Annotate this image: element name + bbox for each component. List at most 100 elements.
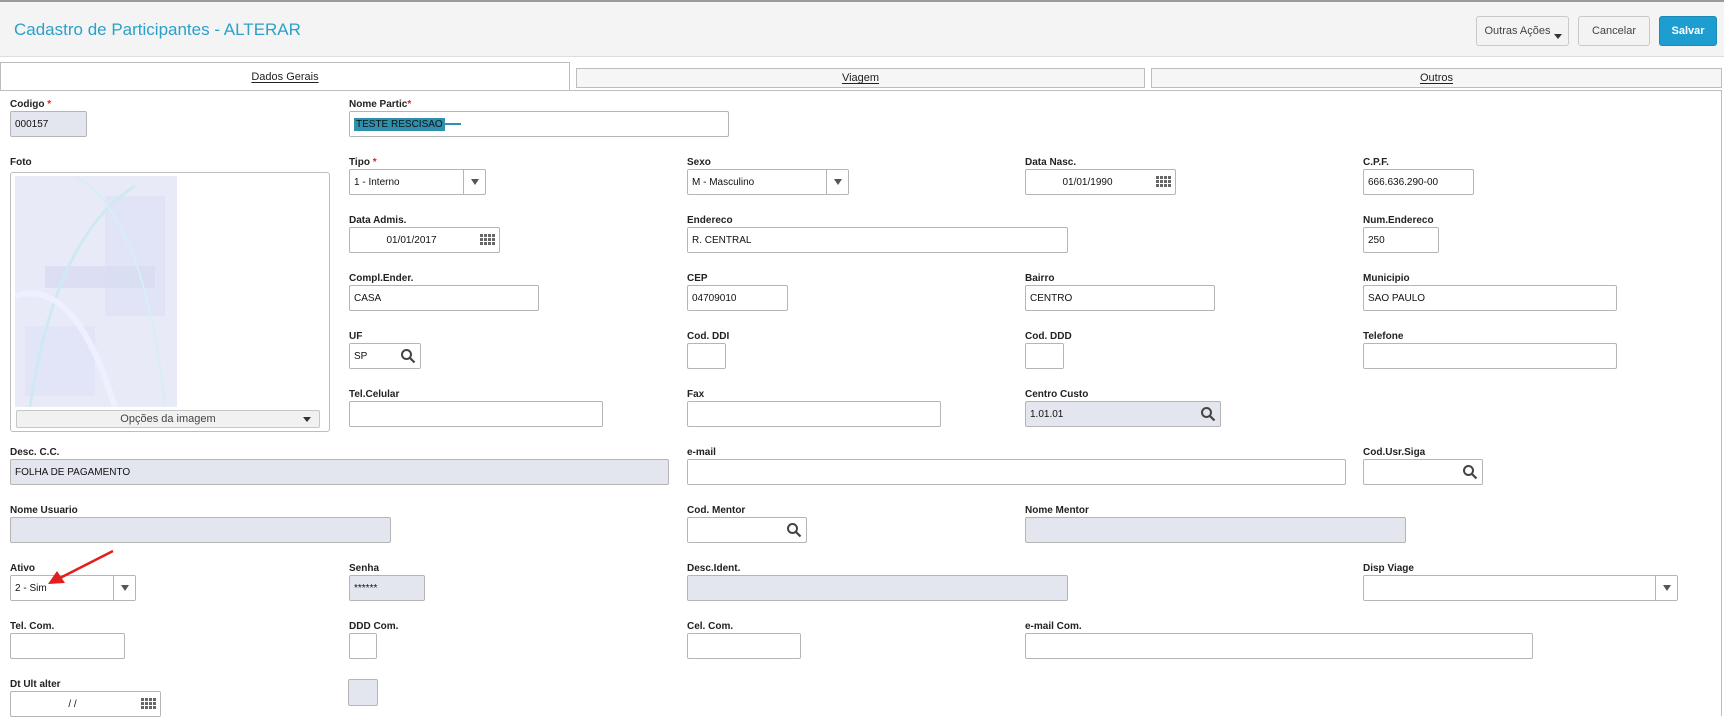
cel-com-label: Cel. Com.: [687, 621, 734, 632]
cel-com-field[interactable]: [687, 633, 801, 659]
cancel-button[interactable]: Cancelar: [1578, 16, 1650, 46]
num-endereco-field[interactable]: 250: [1363, 227, 1439, 253]
email-com-field[interactable]: [1025, 633, 1533, 659]
cod-usr-siga-field[interactable]: [1363, 459, 1483, 485]
data-admis-label: Data Admis.: [349, 215, 407, 226]
bairro-field[interactable]: CENTRO: [1025, 285, 1215, 311]
cod-mentor-label: Cod. Mentor: [687, 505, 746, 516]
telefone-label: Telefone: [1363, 331, 1404, 342]
tel-celular-field[interactable]: [349, 401, 603, 427]
disp-viage-select[interactable]: [1363, 575, 1678, 601]
cep-label: CEP: [687, 273, 708, 284]
data-nasc-field[interactable]: 01/01/1990: [1025, 169, 1176, 195]
cod-usr-siga-label: Cod.Usr.Siga: [1363, 447, 1426, 458]
tab-dados-gerais[interactable]: Dados Gerais: [0, 62, 570, 90]
fax-field[interactable]: [687, 401, 941, 427]
fax-label: Fax: [687, 389, 705, 400]
cod-ddd-field[interactable]: [1025, 343, 1064, 369]
other-actions-label: Outras Ações: [1484, 25, 1551, 37]
save-button[interactable]: Salvar: [1659, 16, 1717, 46]
senha-field[interactable]: ******: [349, 575, 425, 601]
centro-custo-field[interactable]: 1.01.01: [1025, 401, 1221, 427]
calendar-icon[interactable]: [140, 696, 156, 712]
desc-ident-field[interactable]: [687, 575, 1068, 601]
ddd-com-label: DDD Com.: [349, 621, 399, 632]
image-options-label: Opções da imagem: [120, 413, 216, 425]
codigo-field[interactable]: 000157: [10, 111, 87, 137]
desc-cc-label: Desc. C.C.: [10, 447, 60, 458]
annotation-arrow-icon: [48, 549, 114, 584]
nome-mentor-field[interactable]: [1025, 517, 1406, 543]
uf-value: SP: [354, 350, 368, 362]
foto-label: Foto: [10, 157, 32, 168]
other-actions-button[interactable]: Outras Ações: [1476, 16, 1569, 46]
chevron-down-icon[interactable]: [113, 576, 135, 600]
cep-field[interactable]: 04709010: [687, 285, 788, 311]
image-options-dropdown[interactable]: Opções da imagem: [16, 410, 320, 428]
compl-ender-label: Compl.Ender.: [349, 273, 414, 284]
desc-cc-field[interactable]: FOLHA DE PAGAMENTO: [10, 459, 669, 485]
nome-usuario-label: Nome Usuario: [10, 505, 78, 516]
tel-com-label: Tel. Com.: [10, 621, 55, 632]
ativo-value: 2 - Sim: [15, 582, 47, 594]
endereco-label: Endereco: [687, 215, 733, 226]
num-endereco-label: Num.Endereco: [1363, 215, 1434, 226]
tab-outros[interactable]: Outros: [1151, 68, 1722, 88]
telefone-field[interactable]: [1363, 343, 1617, 369]
uf-label: UF: [349, 331, 363, 342]
tipo-value: 1 - Interno: [354, 176, 400, 188]
photo-box: Opções da imagem: [10, 172, 330, 432]
sexo-label: Sexo: [687, 157, 711, 168]
data-nasc-label: Data Nasc.: [1025, 157, 1077, 168]
search-icon[interactable]: [400, 348, 416, 364]
municipio-field[interactable]: SAO PAULO: [1363, 285, 1617, 311]
search-icon[interactable]: [786, 522, 802, 538]
municipio-label: Municipio: [1363, 273, 1410, 284]
ddd-com-field[interactable]: [349, 633, 377, 659]
email-field[interactable]: [687, 459, 1346, 485]
nome-mentor-label: Nome Mentor: [1025, 505, 1089, 516]
cpf-field[interactable]: 666.636.290-00: [1363, 169, 1474, 195]
data-admis-field[interactable]: 01/01/2017: [349, 227, 500, 253]
chevron-down-icon[interactable]: [1655, 576, 1677, 600]
nome-value: TESTE RESCISAO: [354, 117, 445, 131]
photo-image[interactable]: [15, 176, 177, 407]
nome-field[interactable]: TESTE RESCISAO: [349, 111, 729, 137]
calendar-icon[interactable]: [479, 232, 495, 248]
chevron-down-icon[interactable]: [826, 170, 848, 194]
calendar-icon[interactable]: [1155, 174, 1171, 190]
tel-celular-label: Tel.Celular: [349, 389, 400, 400]
data-nasc-value: 01/01/1990: [1062, 176, 1113, 188]
dt-ult-alter-field[interactable]: / /: [10, 691, 161, 717]
data-admis-value: 01/01/2017: [386, 234, 437, 246]
nome-label: Nome Partic*: [349, 99, 412, 110]
nome-usuario-field[interactable]: [10, 517, 391, 543]
extra-button[interactable]: [348, 679, 378, 706]
centro-custo-label: Centro Custo: [1025, 389, 1089, 400]
endereco-field[interactable]: R. CENTRAL: [687, 227, 1068, 253]
email-label: e-mail: [687, 447, 716, 458]
search-icon[interactable]: [1200, 406, 1216, 422]
chevron-down-icon: [1554, 34, 1562, 39]
cod-ddi-field[interactable]: [687, 343, 726, 369]
uf-field[interactable]: SP: [349, 343, 421, 369]
cod-mentor-field[interactable]: [687, 517, 807, 543]
sexo-select[interactable]: M - Masculino: [687, 169, 849, 195]
chevron-down-icon: [303, 417, 311, 422]
tipo-label: Tipo *: [349, 157, 377, 168]
tab-viagem[interactable]: Viagem: [576, 68, 1145, 88]
bairro-label: Bairro: [1025, 273, 1055, 284]
photo-placeholder-graphic: [15, 176, 177, 407]
compl-ender-field[interactable]: CASA: [349, 285, 539, 311]
search-icon[interactable]: [1462, 464, 1478, 480]
senha-label: Senha: [349, 563, 380, 574]
ativo-label: Ativo: [10, 563, 35, 574]
email-com-label: e-mail Com.: [1025, 621, 1082, 632]
tipo-select[interactable]: 1 - Interno: [349, 169, 486, 195]
codigo-label: Codigo *: [10, 99, 52, 110]
chevron-down-icon[interactable]: [463, 170, 485, 194]
centro-custo-value: 1.01.01: [1030, 408, 1064, 420]
page-title: Cadastro de Participantes - ALTERAR: [14, 20, 301, 39]
tel-com-field[interactable]: [10, 633, 125, 659]
desc-ident-label: Desc.Ident.: [687, 563, 741, 574]
